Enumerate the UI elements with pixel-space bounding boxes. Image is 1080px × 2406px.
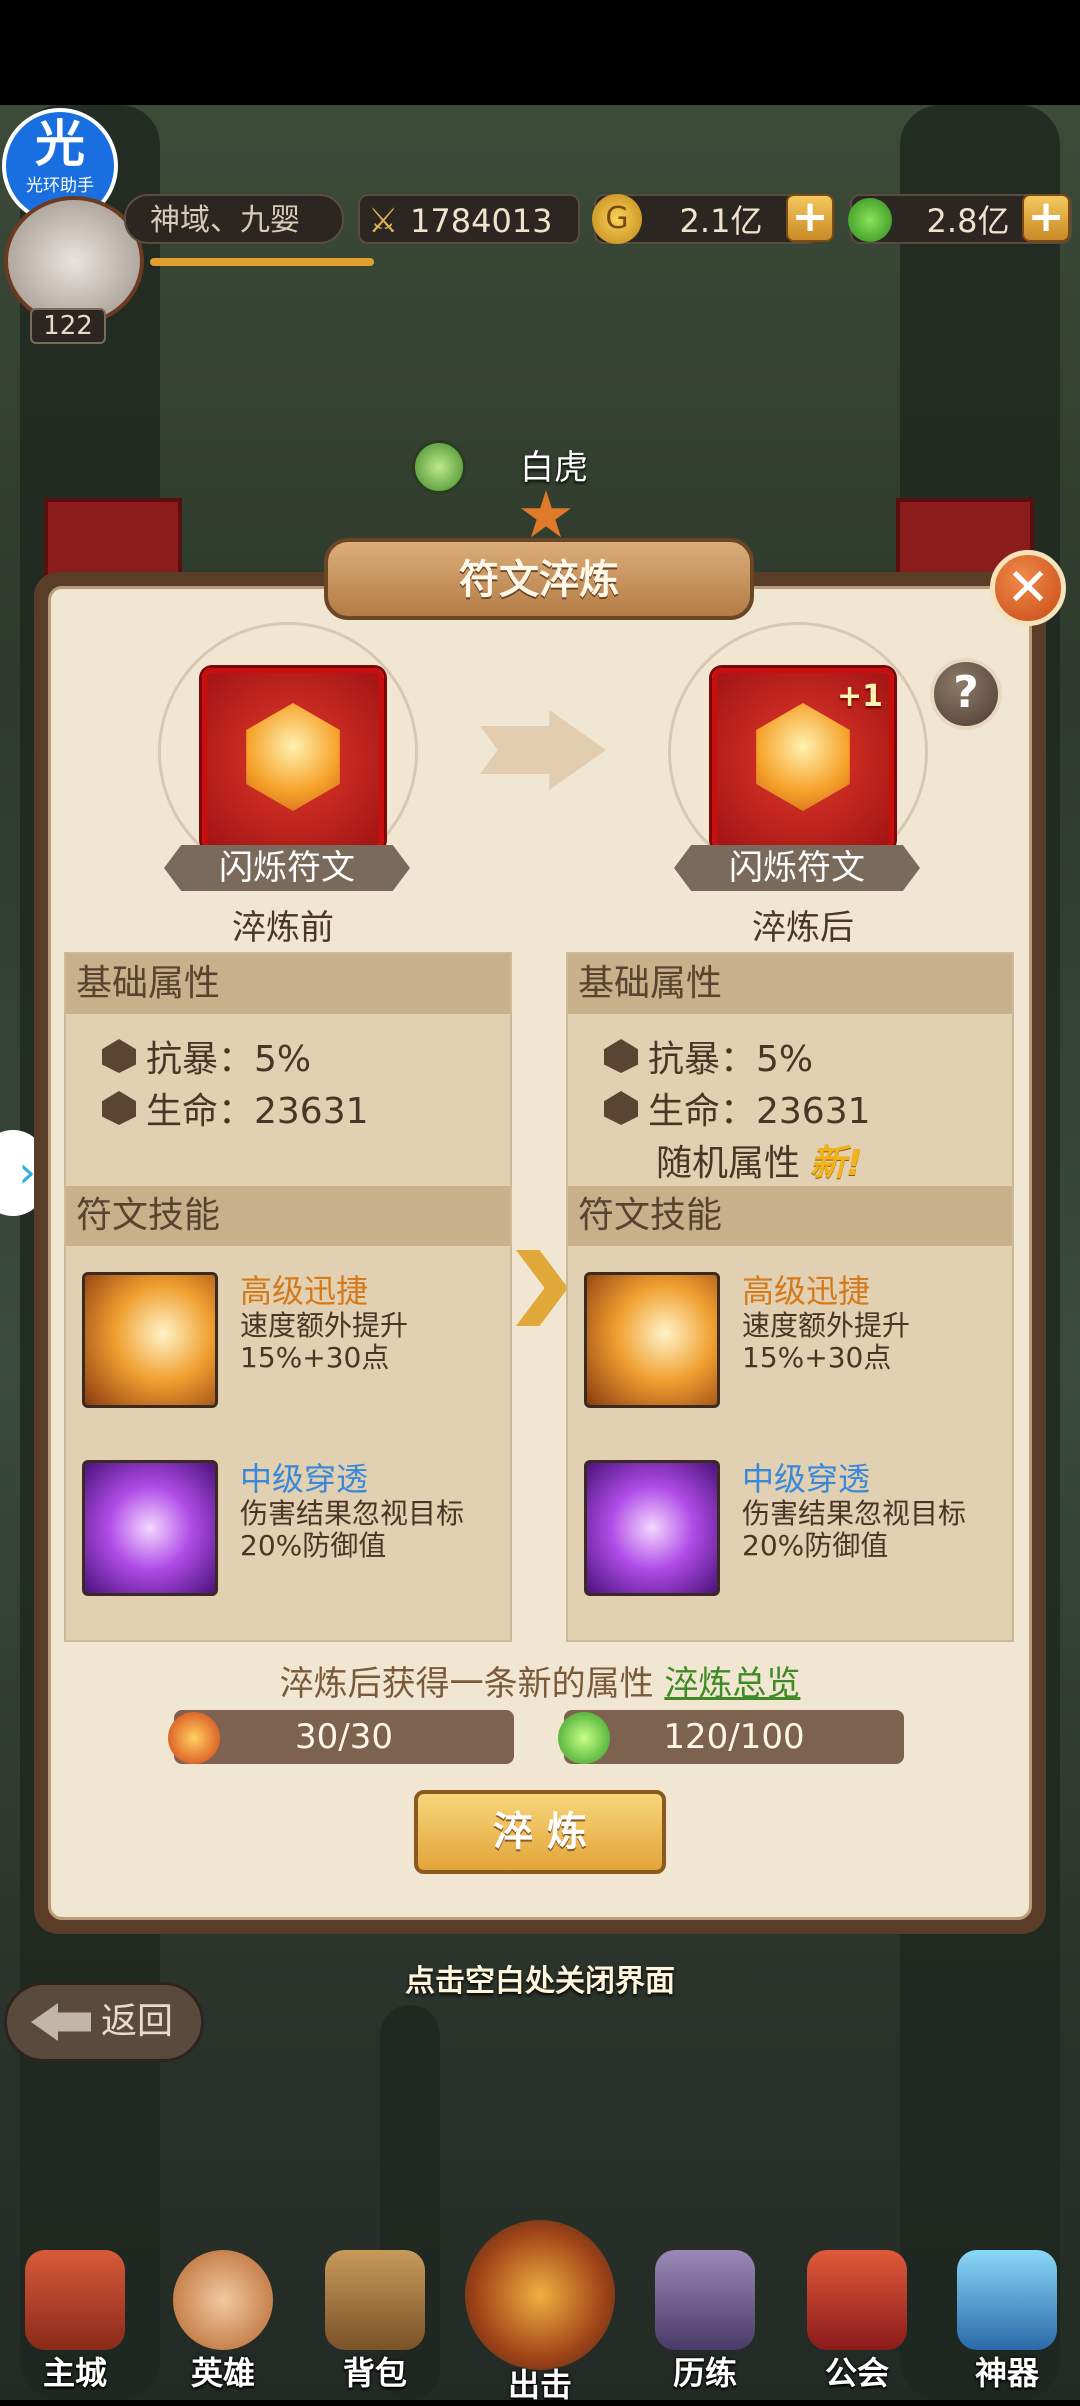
skills-header-before: 符文技能 bbox=[66, 1186, 510, 1246]
base-attr-header-after: 基础属性 bbox=[568, 954, 1012, 1014]
backpack-icon bbox=[325, 2250, 425, 2350]
gold-display: G 2.1亿 bbox=[592, 194, 818, 244]
equip-slot-left[interactable] bbox=[44, 498, 182, 578]
rune-name-after: 闪烁符文 bbox=[674, 845, 920, 891]
attr-crit-resist-before: 抗暴：5% bbox=[102, 1030, 311, 1082]
nav-main-city[interactable]: 主城 bbox=[10, 2250, 140, 2392]
skill-name-penetrate: 中级穿透 bbox=[240, 1460, 369, 1498]
resource-1-value: 30/30 bbox=[295, 1717, 393, 1757]
close-button[interactable]: ✕ bbox=[990, 550, 1066, 626]
skill-name-penetrate: 中级穿透 bbox=[742, 1460, 871, 1498]
refine-overview-link[interactable]: 淬炼总览 bbox=[664, 1664, 800, 1704]
nav-trials[interactable]: 历练 bbox=[640, 2250, 770, 2392]
hp-icon bbox=[102, 1091, 136, 1125]
rune-icon-after[interactable]: +1 bbox=[712, 668, 894, 850]
refine-button[interactable]: 淬 炼 bbox=[414, 1790, 666, 1874]
help-button[interactable]: ? bbox=[930, 658, 1002, 730]
swift-boot-icon[interactable] bbox=[584, 1272, 720, 1408]
hero-portrait-icon bbox=[173, 2250, 273, 2350]
add-potion-button[interactable]: + bbox=[1022, 194, 1070, 242]
new-tag: 新! bbox=[810, 1143, 863, 1184]
attr-crit-resist-after: 抗暴：5% bbox=[604, 1030, 813, 1082]
gold-value: 2.1亿 bbox=[679, 202, 763, 240]
after-label: 淬炼后 bbox=[752, 908, 854, 948]
nav-guild[interactable]: 公会 bbox=[792, 2250, 922, 2392]
hp-icon bbox=[604, 1091, 638, 1125]
app-badge-label: 光环助手 bbox=[26, 176, 94, 196]
tower-icon bbox=[655, 2250, 755, 2350]
attr-text: 生命：23631 bbox=[146, 1091, 369, 1132]
castle-icon bbox=[25, 2250, 125, 2350]
player-level: 122 bbox=[30, 308, 106, 344]
red-feather-icon bbox=[168, 1712, 220, 1764]
skills-header-after: 符文技能 bbox=[568, 1186, 1012, 1246]
back-arrow-icon bbox=[31, 2003, 91, 2041]
nav-attack[interactable]: 出击 bbox=[456, 2220, 624, 2404]
skill-desc-swift: 速度额外提升15%+30点 bbox=[742, 1309, 911, 1374]
crit-resist-icon bbox=[102, 1039, 136, 1073]
skill-name-swift: 高级迅捷 bbox=[742, 1272, 871, 1310]
power-display: ⚔ 1784013 bbox=[358, 194, 580, 244]
crystal-icon bbox=[957, 2250, 1057, 2350]
crossed-swords-icon bbox=[465, 2220, 615, 2370]
player-avatar[interactable] bbox=[4, 196, 144, 326]
random-attr-row: 随机属性 新! bbox=[656, 1134, 862, 1186]
back-label: 返回 bbox=[101, 2001, 174, 2042]
nav-artifact[interactable]: 神器 bbox=[942, 2250, 1072, 2392]
before-label: 淬炼前 bbox=[232, 908, 334, 948]
skill-desc-penetrate: 伤害结果忽视目标20%防御值 bbox=[742, 1497, 967, 1562]
guild-shield-icon bbox=[807, 2250, 907, 2350]
hero-element-icon bbox=[412, 440, 466, 494]
base-attr-header-before: 基础属性 bbox=[66, 954, 510, 1014]
gold-coin-icon: G bbox=[592, 194, 642, 244]
rune-plus-badge: +1 bbox=[836, 679, 883, 714]
exp-bar bbox=[150, 258, 374, 266]
nav-heroes[interactable]: 英雄 bbox=[158, 2250, 288, 2392]
resource-2-value: 120/100 bbox=[663, 1717, 805, 1757]
random-attr-label: 随机属性 bbox=[656, 1143, 801, 1184]
green-crystal-icon bbox=[558, 1712, 610, 1764]
penetrate-icon[interactable] bbox=[82, 1460, 218, 1596]
attr-text: 抗暴：5% bbox=[146, 1039, 312, 1080]
server-name: 神域、九婴 bbox=[124, 194, 344, 244]
add-gold-button[interactable]: + bbox=[786, 194, 834, 242]
crit-resist-icon bbox=[604, 1039, 638, 1073]
close-hint-text: 点击空白处关闭界面 bbox=[405, 1964, 675, 1999]
green-potion-icon bbox=[848, 198, 892, 242]
rune-name-before: 闪烁符文 bbox=[164, 845, 410, 891]
attr-text: 生命：23631 bbox=[648, 1091, 871, 1132]
skill-desc-penetrate: 伤害结果忽视目标20%防御值 bbox=[240, 1497, 465, 1562]
panel-after: 基础属性 抗暴：5% 生命：23631 随机属性 新! 符文技能 高级迅捷 速度… bbox=[566, 952, 1014, 1642]
back-button[interactable]: 返回 bbox=[4, 1982, 204, 2062]
refine-note-text: 淬炼后获得一条新的属性 bbox=[279, 1664, 654, 1704]
resource-bar-2: 120/100 bbox=[558, 1710, 904, 1764]
attr-hp-before: 生命：23631 bbox=[102, 1082, 369, 1134]
power-value: 1784013 bbox=[410, 202, 553, 240]
swift-boot-icon[interactable] bbox=[82, 1272, 218, 1408]
skill-desc-swift: 速度额外提升15%+30点 bbox=[240, 1309, 409, 1374]
crossed-swords-icon: ⚔ bbox=[368, 201, 399, 241]
skill-name-swift: 高级迅捷 bbox=[240, 1272, 369, 1310]
hero-name: 白虎 bbox=[520, 448, 588, 488]
attr-hp-after: 生命：23631 bbox=[604, 1082, 871, 1134]
attr-text: 抗暴：5% bbox=[648, 1039, 814, 1080]
panel-before: 基础属性 抗暴：5% 生命：23631 符文技能 高级迅捷 速度额外提升15%+… bbox=[64, 952, 512, 1642]
refine-note: 淬炼后获得一条新的属性 淬炼总览 bbox=[0, 1656, 1080, 1705]
nav-backpack[interactable]: 背包 bbox=[310, 2250, 440, 2392]
resource-bar-1: 30/30 bbox=[168, 1710, 514, 1764]
dialog-title: 符文淬炼 bbox=[324, 538, 754, 620]
rune-icon-before[interactable] bbox=[202, 668, 384, 850]
penetrate-icon[interactable] bbox=[584, 1460, 720, 1596]
potion-value: 2.8亿 bbox=[926, 202, 1010, 240]
